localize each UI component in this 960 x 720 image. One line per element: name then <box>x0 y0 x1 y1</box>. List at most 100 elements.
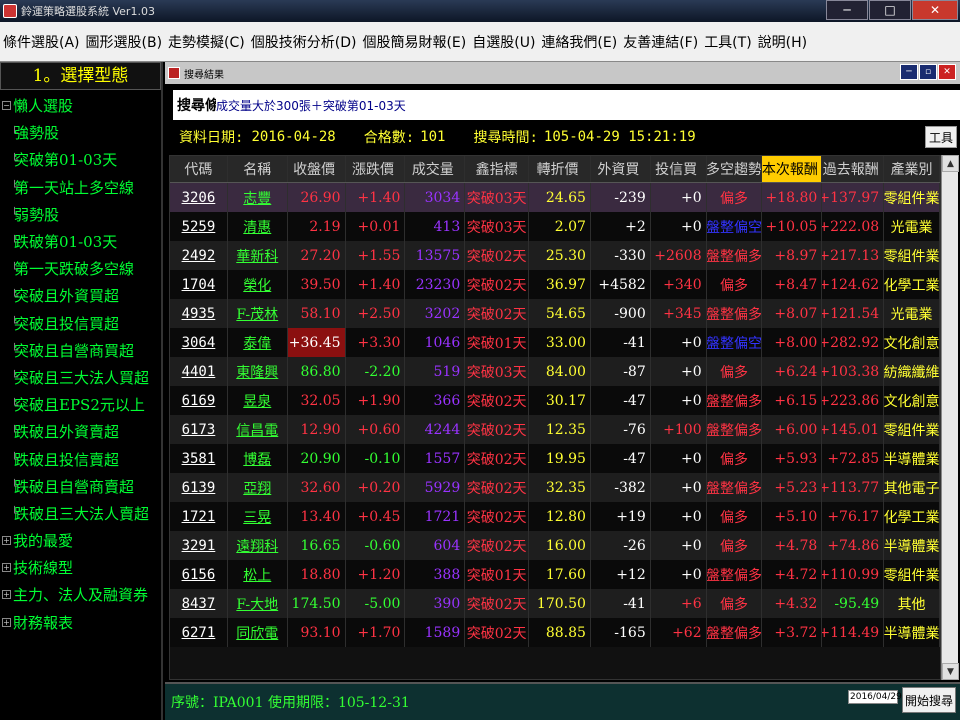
table-row[interactable]: 4935 F-茂林 58.10 +2.50 3202 突破02天 54.65 -900 +345… <box>170 299 940 328</box>
result-close-button[interactable]: ✕ <box>938 64 956 80</box>
tree-item[interactable]: └ 第一天跌破多空線 <box>0 255 161 282</box>
stock-code[interactable]: 1721 <box>170 502 228 531</box>
column-header[interactable]: 收盤價 <box>288 156 346 182</box>
menu-watchlist[interactable]: 自選股(U) <box>469 32 538 52</box>
tree-item[interactable]: └ 跌破且自營商賣超 <box>0 473 161 500</box>
expand-icon[interactable]: + <box>2 590 11 600</box>
stock-code[interactable]: 6139 <box>170 473 228 502</box>
vertical-scrollbar[interactable]: ▲ ▼ <box>941 155 959 680</box>
tree-item[interactable]: └ 突破且投信買超 <box>0 310 161 337</box>
tree-group[interactable]: − 懶人選股 <box>0 92 161 119</box>
column-header[interactable]: 多空趨勢 <box>707 156 763 182</box>
column-header[interactable]: 代碼 <box>170 156 228 182</box>
result-restore-button[interactable]: ▫ <box>919 64 937 80</box>
table-row[interactable]: 6156 松上 18.80 +1.20 388 突破01天 17.60 +12 +0 盤整偏多 +4… <box>170 560 940 589</box>
table-row[interactable]: 1704 榮化 39.50 +1.40 23230 突破02天 36.97 +4582 +340… <box>170 270 940 299</box>
tree-group[interactable]: + 財務報表 <box>0 609 161 636</box>
tree-item[interactable]: └ 突破第01-03天 <box>0 146 161 173</box>
maximize-button[interactable]: □ <box>869 0 911 20</box>
menu-tools[interactable]: 工具(T) <box>701 32 754 52</box>
menu-contact[interactable]: 連絡我們(E) <box>538 32 620 52</box>
stock-name[interactable]: 泰偉 <box>228 328 288 357</box>
minimize-button[interactable]: ─ <box>826 0 868 20</box>
stock-name[interactable]: 清惠 <box>228 212 288 241</box>
table-row[interactable]: 3581 博磊 20.90 -0.10 1557 突破02天 19.95 -47 +0 偏多 +5.… <box>170 444 940 473</box>
column-header[interactable]: 過去報酬 <box>822 156 885 182</box>
tree-group[interactable]: + 主力、法人及融資券 <box>0 581 161 608</box>
stock-code[interactable]: 5259 <box>170 212 228 241</box>
expand-icon[interactable]: + <box>2 536 11 546</box>
menu-trend-simulation[interactable]: 走勢模擬(C) <box>165 32 248 52</box>
table-row[interactable]: 1721 三晃 13.40 +0.45 1721 突破02天 12.80 +19 +0 偏多 +5.… <box>170 502 940 531</box>
stock-code[interactable]: 6169 <box>170 386 228 415</box>
stock-name[interactable]: 松上 <box>228 560 288 589</box>
stock-code[interactable]: 6173 <box>170 415 228 444</box>
scroll-up-icon[interactable]: ▲ <box>942 155 959 172</box>
close-button[interactable]: ✕ <box>912 0 958 20</box>
stock-name[interactable]: 華新科 <box>228 241 288 270</box>
menu-condition-pick[interactable]: 條件選股(A) <box>0 32 83 52</box>
stock-code[interactable]: 4401 <box>170 357 228 386</box>
stock-name[interactable]: 昱泉 <box>228 386 288 415</box>
stock-name[interactable]: 亞翔 <box>228 473 288 502</box>
table-row[interactable]: 8437 F-大地 174.50 -5.00 390 突破02天 170.50 -41 +6 偏多… <box>170 589 940 618</box>
result-minimize-button[interactable]: ─ <box>900 64 918 80</box>
stock-code[interactable]: 8437 <box>170 589 228 618</box>
stock-code[interactable]: 2492 <box>170 241 228 270</box>
stock-name[interactable]: F-大地 <box>228 589 288 618</box>
column-header[interactable]: 名稱 <box>228 156 288 182</box>
table-row[interactable]: 6173 信昌電 12.90 +0.60 4244 突破02天 12.35 -76 +100 盤整… <box>170 415 940 444</box>
stock-code[interactable]: 6156 <box>170 560 228 589</box>
stock-code[interactable]: 3581 <box>170 444 228 473</box>
tree-item[interactable]: └ 跌破第01-03天 <box>0 228 161 255</box>
table-row[interactable]: 4401 東隆興 86.80 -2.20 519 突破03天 84.00 -87 +0 偏多 +6.… <box>170 357 940 386</box>
table-row[interactable]: 6169 昱泉 32.05 +1.90 366 突破02天 30.17 -47 +0 盤整偏多 +6… <box>170 386 940 415</box>
menu-graphic-pick[interactable]: 圖形選股(B) <box>83 32 166 52</box>
stock-name[interactable]: 同欣電 <box>228 618 288 647</box>
tree-item[interactable]: └ 突破且自營商買超 <box>0 337 161 364</box>
stock-name[interactable]: 三晃 <box>228 502 288 531</box>
table-row[interactable]: 6271 同欣電 93.10 +1.70 1589 突破02天 88.85 -165 +62 盤整… <box>170 618 940 647</box>
column-header[interactable]: 投信買 <box>651 156 707 182</box>
stock-code[interactable]: 4935 <box>170 299 228 328</box>
expand-icon[interactable]: + <box>2 617 11 627</box>
stock-code[interactable]: 6271 <box>170 618 228 647</box>
scroll-down-icon[interactable]: ▼ <box>942 663 959 680</box>
menu-financial-report[interactable]: 個股簡易財報(E) <box>359 32 469 52</box>
tools-button[interactable]: 工具 <box>925 126 957 148</box>
column-header[interactable]: 成交量 <box>405 156 466 182</box>
menu-help[interactable]: 說明(H) <box>755 32 810 52</box>
table-row[interactable]: 5259 清惠 2.19 +0.01 413 突破03天 2.07 +2 +0 盤整偏空 +10.0… <box>170 212 940 241</box>
date-select[interactable]: 2016/04/29 ▼ <box>848 690 907 704</box>
tree-item[interactable]: └ 突破且三大法人買超 <box>0 364 161 391</box>
tree-group[interactable]: + 技術線型 <box>0 554 161 581</box>
expand-icon[interactable]: + <box>2 563 11 573</box>
table-row[interactable]: 2492 華新科 27.20 +1.55 13575 突破02天 25.30 -330 +260… <box>170 241 940 270</box>
column-header[interactable]: 外資買 <box>591 156 651 182</box>
start-search-button[interactable]: 開始搜尋 <box>902 687 956 713</box>
table-row[interactable]: 3291 遠翔科 16.65 -0.60 604 突破02天 16.00 -26 +0 偏多 +4.… <box>170 531 940 560</box>
stock-name[interactable]: 榮化 <box>228 270 288 299</box>
column-header[interactable]: 本次報酬 <box>762 156 823 182</box>
tree-item[interactable]: └ 突破且EPS2元以上 <box>0 391 161 418</box>
stock-code[interactable]: 1704 <box>170 270 228 299</box>
stock-name[interactable]: 志豐 <box>228 183 288 212</box>
stock-code[interactable]: 3064 <box>170 328 228 357</box>
column-header[interactable]: 產業別 <box>884 156 940 182</box>
stock-name[interactable]: 東隆興 <box>228 357 288 386</box>
stock-code[interactable]: 3206 <box>170 183 228 212</box>
tree-item[interactable]: └ 跌破且投信賣超 <box>0 445 161 472</box>
stock-name[interactable]: 博磊 <box>228 444 288 473</box>
tree-item[interactable]: └ 弱勢股 <box>0 201 161 228</box>
collapse-icon[interactable]: − <box>2 101 11 111</box>
stock-name[interactable]: F-茂林 <box>228 299 288 328</box>
stock-name[interactable]: 遠翔科 <box>228 531 288 560</box>
menu-links[interactable]: 友善連結(F) <box>620 32 701 52</box>
stock-name[interactable]: 信昌電 <box>228 415 288 444</box>
tree-item[interactable]: └ 第一天站上多空線 <box>0 174 161 201</box>
tree-item[interactable]: └ 跌破且三大法人賣超 <box>0 500 161 527</box>
column-header[interactable]: 鑫指標 <box>465 156 530 182</box>
table-row[interactable]: 6139 亞翔 32.60 +0.20 5929 突破02天 32.35 -382 +0 盤整偏多… <box>170 473 940 502</box>
column-header[interactable]: 轉折價 <box>529 156 591 182</box>
menu-technical-analysis[interactable]: 個股技術分析(D) <box>248 32 360 52</box>
